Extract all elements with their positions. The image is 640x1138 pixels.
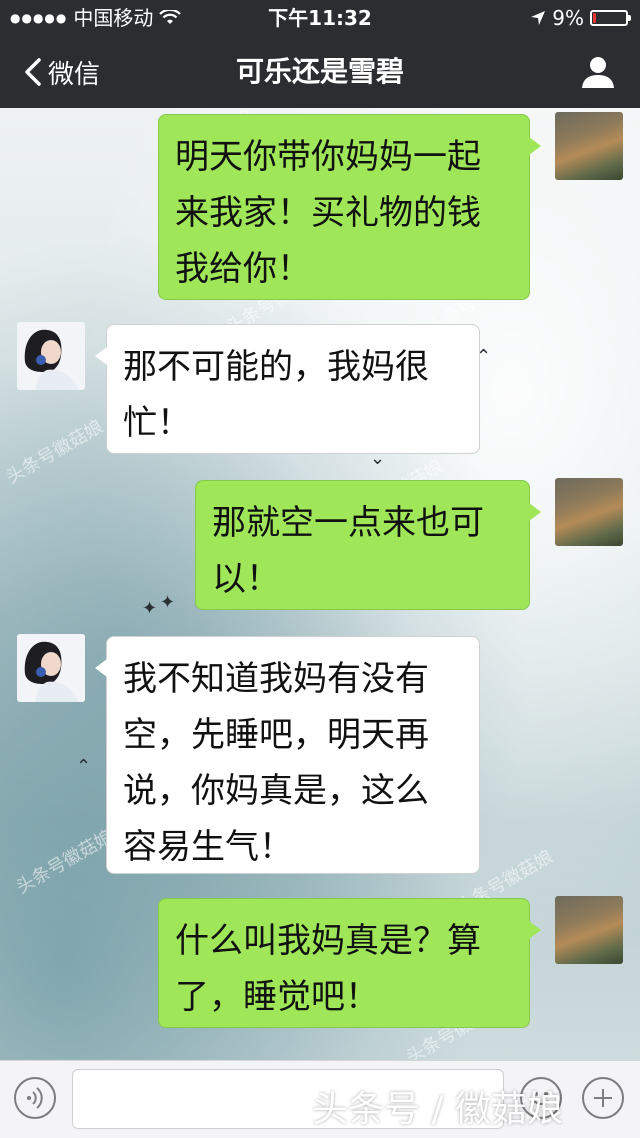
my-message-bubble[interactable]: 什么叫我妈真是？算 了，睡觉吧！	[158, 898, 541, 1028]
battery-percent: 9%	[552, 6, 584, 30]
contact-message-bubble[interactable]: 那不可能的，我妈很 忙！	[95, 324, 480, 454]
message-line: 以！	[212, 559, 280, 599]
background-watermark: 头条号徽菇娘	[12, 826, 117, 899]
overlay-watermark: 头条号 / 徽菇娘	[312, 1089, 564, 1130]
plus-icon	[594, 1089, 612, 1107]
top-bar: ●●●●● 中国移动 下午11:32 9% 微信 可乐还是雪碧	[0, 0, 640, 108]
status-right: 9%	[530, 0, 631, 36]
message-line: 忙！	[123, 403, 191, 443]
voice-icon	[27, 1087, 43, 1109]
wechat-chat-screen: ●●●●● 中国移动 下午11:32 9% 微信 可乐还是雪碧 ⌄ ✦ ✦ ⌃ …	[0, 0, 640, 1138]
location-arrow-icon	[531, 11, 546, 25]
my-message-bubble[interactable]: 明天你带你妈妈一起 来我家！买礼物的钱 我给你！	[158, 114, 541, 300]
contact-message-bubble[interactable]: 我不知道我妈有没有 空，先睡吧，明天再 说，你妈真是，这么 容易生气！	[95, 636, 480, 874]
contact-avatar[interactable]	[17, 322, 85, 390]
message-line: 我不知道我妈有没有	[123, 659, 429, 699]
battery-level	[593, 13, 596, 23]
message-line: 了，睡觉吧！	[175, 977, 379, 1017]
battery-icon	[590, 10, 631, 26]
navigation-bar: 微信 可乐还是雪碧	[0, 36, 640, 108]
person-icon[interactable]	[578, 52, 618, 92]
my-message-bubble[interactable]: 那就空一点来也可 以！	[195, 480, 541, 610]
bird-decoration: ✦	[160, 592, 176, 613]
my-avatar[interactable]	[555, 896, 623, 964]
contact-avatar[interactable]	[17, 634, 85, 702]
message-line: 什么叫我妈真是？算	[175, 921, 481, 961]
chat-title: 可乐还是雪碧	[235, 55, 404, 88]
message-line: 说，你妈真是，这么	[123, 771, 429, 811]
chat-history[interactable]: ⌄ ✦ ✦ ⌃ ⌃ 头条号徽菇娘 头条号徽菇娘 头条号徽菇娘 头条号徽菇娘 头条…	[0, 108, 640, 1060]
message-line: 我给你！	[175, 249, 311, 289]
my-avatar[interactable]	[555, 478, 623, 546]
contact-avatar-image	[17, 322, 85, 390]
message-line: 空，先睡吧，明天再	[123, 715, 429, 755]
message-line: 那就空一点来也可	[212, 503, 484, 543]
bird-decoration: ✦	[142, 598, 158, 619]
my-avatar[interactable]	[555, 112, 623, 180]
message-line: 明天你带你妈妈一起	[175, 137, 481, 177]
contact-avatar-image	[17, 634, 85, 702]
status-bar: ●●●●● 中国移动 下午11:32 9%	[0, 0, 640, 36]
message-line: 容易生气！	[123, 827, 293, 867]
voice-button[interactable]	[14, 1077, 56, 1119]
more-button[interactable]	[582, 1077, 624, 1119]
bird-decoration: ⌃	[76, 756, 92, 777]
message-line: 那不可能的，我妈很	[123, 347, 429, 387]
background-watermark: 头条号徽菇娘	[2, 416, 107, 489]
message-line: 来我家！买礼物的钱	[175, 193, 481, 233]
